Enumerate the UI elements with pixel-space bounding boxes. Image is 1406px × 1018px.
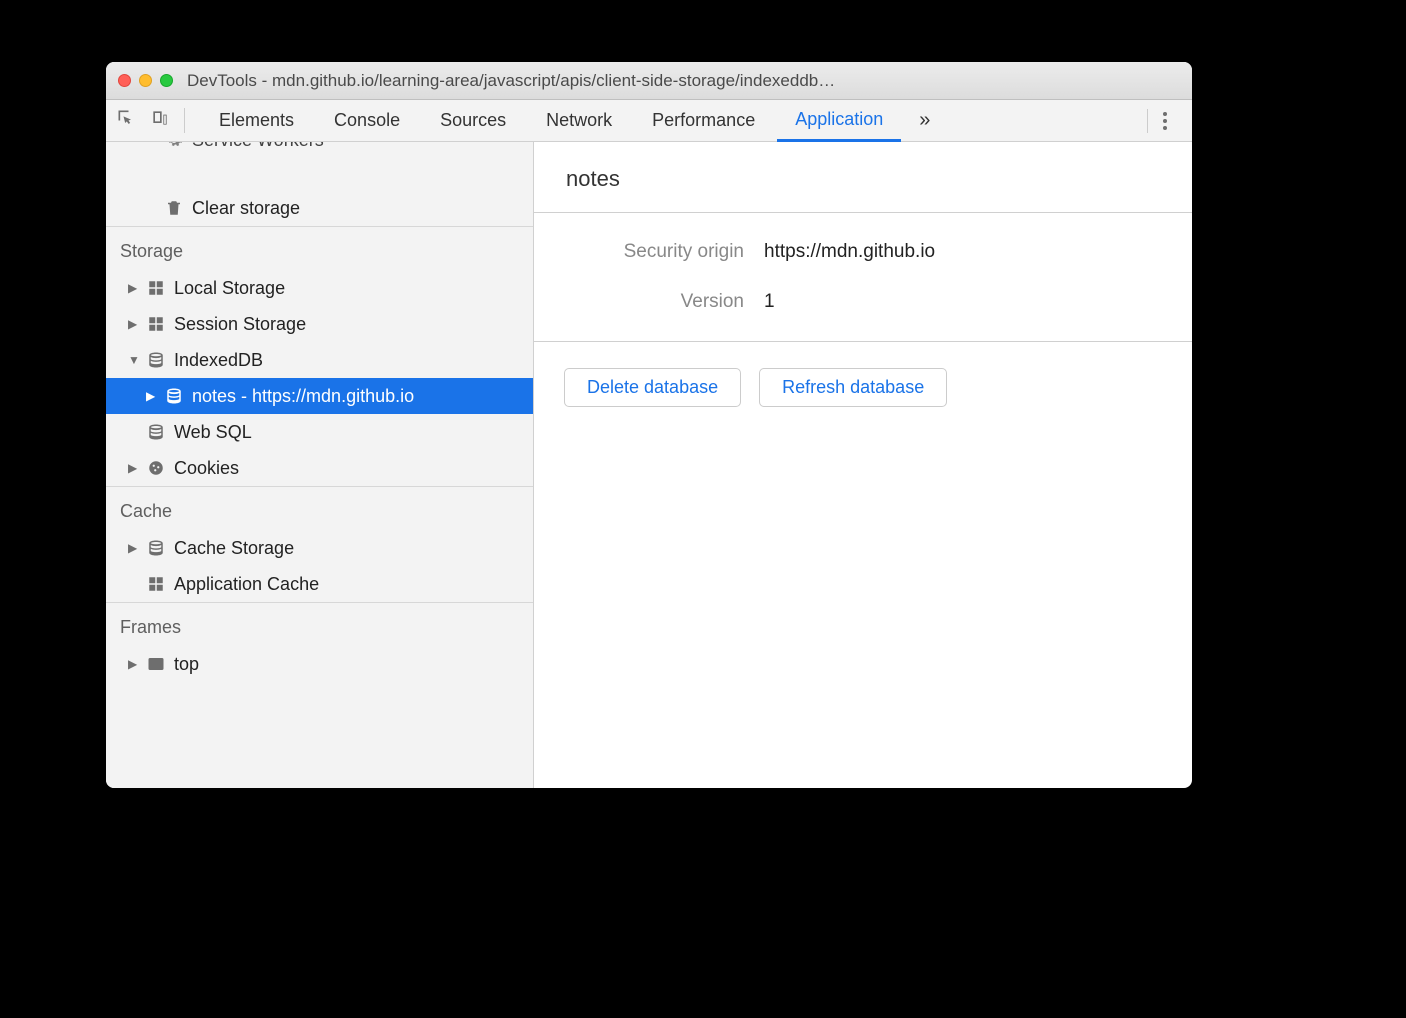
chevron-right-icon: ▶ (128, 281, 138, 295)
sidebar-item-label: notes - https://mdn.github.io (192, 386, 414, 407)
gear-icon (164, 142, 184, 150)
database-detail-panel: notes Security origin https://mdn.github… (534, 142, 1192, 788)
chevron-right-icon: ▶ (128, 657, 138, 671)
sidebar-item-session-storage[interactable]: ▶ Session Storage (106, 306, 533, 342)
trash-icon (164, 198, 184, 218)
sidebar-item-label: Cache Storage (174, 538, 294, 559)
sidebar-item-web-sql[interactable]: Web SQL (106, 414, 533, 450)
sidebar-item-local-storage[interactable]: ▶ Local Storage (106, 270, 533, 306)
sidebar-item-cache-storage[interactable]: ▶ Cache Storage (106, 530, 533, 566)
sidebar-item-label: Cookies (174, 458, 239, 479)
frame-icon (146, 654, 166, 674)
main-area: Service Workers Clear storage Storage ▶ … (106, 142, 1192, 788)
database-actions: Delete database Refresh database (534, 342, 1192, 433)
sidebar-item-service-workers[interactable]: Service Workers (106, 142, 533, 158)
chevron-down-icon: ▼ (128, 353, 138, 367)
database-icon (146, 538, 166, 558)
close-window-button[interactable] (118, 74, 131, 87)
tab-application[interactable]: Application (777, 100, 901, 142)
devtools-window: DevTools - mdn.github.io/learning-area/j… (106, 62, 1192, 788)
sidebar-item-label: Session Storage (174, 314, 306, 335)
application-sidebar: Service Workers Clear storage Storage ▶ … (106, 142, 534, 788)
settings-menu-button[interactable] (1147, 109, 1182, 133)
tab-network[interactable]: Network (528, 100, 630, 142)
sidebar-item-indexeddb[interactable]: ▼ IndexedDB (106, 342, 533, 378)
security-origin-label: Security origin (564, 241, 764, 263)
sidebar-item-label: Application Cache (174, 574, 319, 595)
sidebar-item-cookies[interactable]: ▶ Cookies (106, 450, 533, 486)
chevron-right-icon: ▶ (146, 389, 156, 403)
version-value: 1 (764, 291, 775, 313)
grid-icon (146, 278, 166, 298)
cookie-icon (146, 458, 166, 478)
chevron-right-icon: ▶ (128, 541, 138, 555)
device-toolbar-icon[interactable] (150, 108, 170, 133)
window-title: DevTools - mdn.github.io/learning-area/j… (187, 71, 1180, 91)
section-frames: Frames (106, 602, 533, 646)
section-cache: Cache (106, 486, 533, 530)
chevron-right-icon: ▶ (128, 461, 138, 475)
sidebar-item-label: IndexedDB (174, 350, 263, 371)
section-storage: Storage (106, 226, 533, 270)
sidebar-item-application-cache[interactable]: Application Cache (106, 566, 533, 602)
zoom-window-button[interactable] (160, 74, 173, 87)
sidebar-item-clear-storage[interactable]: Clear storage (106, 190, 533, 226)
sidebar-item-label: Local Storage (174, 278, 285, 299)
titlebar: DevTools - mdn.github.io/learning-area/j… (106, 62, 1192, 100)
devtools-toolbar: Elements Console Sources Network Perform… (106, 100, 1192, 142)
delete-database-button[interactable]: Delete database (564, 368, 741, 407)
database-icon (164, 386, 184, 406)
refresh-database-button[interactable]: Refresh database (759, 368, 947, 407)
chevron-right-icon: ▶ (128, 317, 138, 331)
tab-console[interactable]: Console (316, 100, 418, 142)
sidebar-item-label: Clear storage (192, 198, 300, 219)
sidebar-item-notes-db[interactable]: ▶ notes - https://mdn.github.io (106, 378, 533, 414)
inspect-element-icon[interactable] (116, 108, 136, 133)
version-label: Version (564, 291, 764, 313)
tab-sources[interactable]: Sources (422, 100, 524, 142)
minimize-window-button[interactable] (139, 74, 152, 87)
grid-icon (146, 314, 166, 334)
sidebar-item-label: Service Workers (192, 142, 324, 151)
database-name: notes (534, 142, 1192, 213)
database-icon (146, 350, 166, 370)
database-icon (146, 422, 166, 442)
tab-performance[interactable]: Performance (634, 100, 773, 142)
sidebar-item-label: top (174, 654, 199, 675)
sidebar-item-label: Web SQL (174, 422, 252, 443)
security-origin-value: https://mdn.github.io (764, 241, 935, 263)
database-details: Security origin https://mdn.github.io Ve… (534, 213, 1192, 342)
sidebar-item-top-frame[interactable]: ▶ top (106, 646, 533, 682)
tab-elements[interactable]: Elements (201, 100, 312, 142)
window-controls (118, 74, 173, 87)
grid-icon (146, 574, 166, 594)
tabs-overflow-button[interactable]: » (905, 109, 944, 132)
